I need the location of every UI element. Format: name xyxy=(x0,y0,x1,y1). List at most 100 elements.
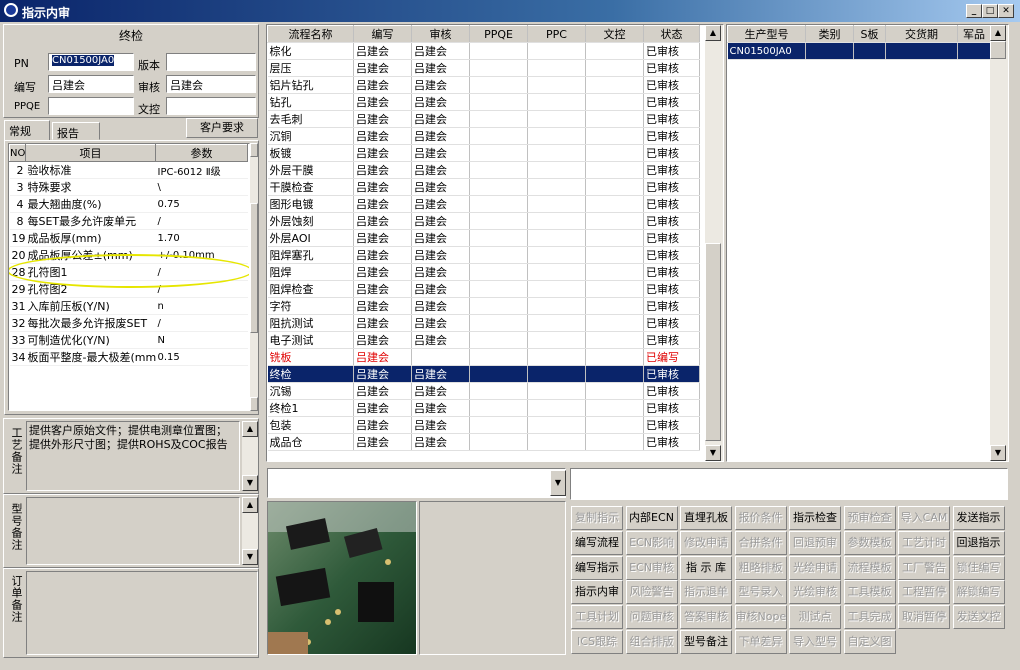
command-button[interactable]: 预审检查 xyxy=(843,506,896,530)
command-button[interactable]: 型号录入 xyxy=(734,580,787,605)
flow-row[interactable]: 外层蚀刻 吕建会 吕建会 已审核 xyxy=(267,212,700,230)
command-button[interactable]: 指 示 库 xyxy=(680,555,732,580)
command-button[interactable]: ECN影响 xyxy=(625,530,678,555)
flow-row[interactable]: 外层AOI 吕建会 吕建会 已审核 xyxy=(267,229,700,247)
model-notes-text[interactable] xyxy=(26,497,240,565)
models-scrollbar[interactable]: ▲ ▼ xyxy=(990,25,1008,461)
flow-row[interactable]: 沉铜 吕建会 吕建会 已审核 xyxy=(267,127,700,145)
param-row[interactable]: 33 可制造优化(Y/N) N xyxy=(9,331,248,349)
review-field[interactable]: 吕建会 xyxy=(166,75,256,93)
work-notes-scrollbar[interactable]: ▲ ▼ xyxy=(242,421,258,491)
command-button[interactable]: 修改申请 xyxy=(680,530,732,555)
command-button[interactable]: 指示内审 xyxy=(571,580,623,605)
command-button[interactable]: 导入CAM xyxy=(898,506,950,530)
flow-combo-arrow[interactable]: ▼ xyxy=(550,470,566,496)
param-row[interactable]: 34 板面平整度-最大极差(mm) 0.15 xyxy=(9,348,248,366)
command-button[interactable]: 审核Nope xyxy=(734,605,787,630)
command-button[interactable]: 下单差异 xyxy=(734,630,787,654)
command-button[interactable]: ICS跟踪 xyxy=(571,630,623,654)
flow-row[interactable]: 终检1 吕建会 吕建会 已审核 xyxy=(267,399,700,417)
maximize-button[interactable]: □ xyxy=(982,4,998,18)
pn-field[interactable]: CN01500JA0 xyxy=(48,53,134,71)
close-button[interactable]: ✕ xyxy=(998,4,1014,18)
command-button[interactable]: 导入型号 xyxy=(789,630,841,654)
params-scrollbar[interactable] xyxy=(250,143,258,411)
author-field[interactable]: 吕建会 xyxy=(48,75,134,93)
command-button[interactable]: 指示退单 xyxy=(680,580,732,605)
model-notes-scroll-up[interactable]: ▲ xyxy=(242,497,258,513)
command-button[interactable]: 回退指示 xyxy=(952,530,1005,555)
param-row[interactable]: 3 特殊要求 \ xyxy=(9,178,248,196)
command-button[interactable]: 解锁编写 xyxy=(952,580,1005,605)
flow-scroll-down[interactable]: ▼ xyxy=(705,445,721,461)
flow-scroll-up[interactable]: ▲ xyxy=(705,25,721,41)
command-button[interactable]: 参数模板 xyxy=(843,530,896,555)
minimize-button[interactable]: _ xyxy=(966,4,982,18)
command-button[interactable]: 锁住编写 xyxy=(952,555,1005,580)
command-button[interactable]: 取消暂停 xyxy=(898,605,950,630)
command-button[interactable]: 工具模板 xyxy=(843,580,896,605)
models-scroll-up[interactable]: ▲ xyxy=(990,25,1006,41)
command-button[interactable]: 答案审核 xyxy=(680,605,732,630)
command-button[interactable]: 组合排版 xyxy=(625,630,678,654)
flow-row[interactable]: 干膜检查 吕建会 吕建会 已审核 xyxy=(267,178,700,196)
flow-row[interactable]: 钻孔 吕建会 吕建会 已审核 xyxy=(267,93,700,111)
command-button[interactable]: 编写指示 xyxy=(571,555,623,580)
model-notes-scroll-down[interactable]: ▼ xyxy=(242,549,258,565)
command-button[interactable]: 发送指示 xyxy=(952,506,1005,530)
command-button[interactable]: 自定义图 xyxy=(843,630,896,654)
tab-general[interactable]: 常规 xyxy=(4,120,50,140)
flow-row[interactable]: 终检 吕建会 吕建会 已审核 xyxy=(267,365,700,383)
models-grid[interactable]: 生产型号 类别 S板 交货期 军品 CN01500JA0 ▲ ▼ xyxy=(726,24,1009,462)
command-button[interactable]: 复制指示 xyxy=(571,506,623,530)
flow-row[interactable]: 图形电镀 吕建会 吕建会 已审核 xyxy=(267,195,700,213)
command-button[interactable]: 粗略排板 xyxy=(734,555,787,580)
flow-scroll-thumb[interactable] xyxy=(705,243,721,441)
flow-row[interactable]: 阻焊 吕建会 吕建会 已审核 xyxy=(267,263,700,281)
flow-scrollbar[interactable]: ▲ ▼ xyxy=(705,25,723,461)
doc-field[interactable] xyxy=(166,97,256,115)
command-button[interactable]: 报价条件 xyxy=(734,506,787,530)
command-button[interactable]: 工艺计时 xyxy=(898,530,950,555)
work-notes-scroll-down[interactable]: ▼ xyxy=(242,475,258,491)
model-notes-scrollbar[interactable]: ▲ ▼ xyxy=(242,497,258,565)
command-button[interactable]: 发送文控 xyxy=(952,605,1005,630)
command-button[interactable]: 指示检查 xyxy=(789,506,841,530)
params-grid[interactable]: NO 项目 参数 2 验收标准 IPC-6012 Ⅱ级 3 特殊要求 \ 4 最大翘曲度(%)… xyxy=(8,143,250,411)
param-row[interactable]: 2 验收标准 IPC-6012 Ⅱ级 xyxy=(9,161,248,179)
model-row[interactable]: CN01500JA0 xyxy=(727,42,991,60)
command-input[interactable] xyxy=(570,468,1008,500)
flow-row[interactable]: 外层干膜 吕建会 吕建会 已审核 xyxy=(267,161,700,179)
command-button[interactable]: 内部ECN xyxy=(625,506,678,530)
command-button[interactable]: 光绘申请 xyxy=(789,555,841,580)
param-row[interactable]: 4 最大翘曲度(%) 0.75 xyxy=(9,195,248,213)
flow-row[interactable]: 层压 吕建会 吕建会 已审核 xyxy=(267,59,700,77)
models-scroll-down[interactable]: ▼ xyxy=(990,445,1006,461)
command-button[interactable]: 回退预审 xyxy=(789,530,841,555)
command-button[interactable]: 问题审核 xyxy=(625,605,678,630)
command-button[interactable]: 流程模板 xyxy=(843,555,896,580)
param-row[interactable]: 8 每SET最多允许废单元 / xyxy=(9,212,248,230)
command-button[interactable]: ECN审核 xyxy=(625,555,678,580)
params-scroll-thumb[interactable] xyxy=(250,203,258,333)
command-button[interactable]: 测试点 xyxy=(789,605,841,630)
command-button[interactable]: 编写流程 xyxy=(571,530,623,555)
flow-row[interactable]: 板镀 吕建会 吕建会 已审核 xyxy=(267,144,700,162)
work-notes-text[interactable]: 提供客户原始文件；提供电测章位置图；提供外形尺寸图；提供ROHS及COC报告 xyxy=(26,421,240,491)
flow-row[interactable]: 沉锡 吕建会 吕建会 已审核 xyxy=(267,382,700,400)
ppqe-field[interactable] xyxy=(48,97,134,115)
order-notes-text[interactable] xyxy=(26,571,258,655)
command-button[interactable]: 工具计划 xyxy=(571,605,623,630)
command-button[interactable]: 型号备注 xyxy=(680,630,732,654)
flow-row[interactable]: 棕化 吕建会 吕建会 已审核 xyxy=(267,42,700,60)
flow-row[interactable]: 去毛刺 吕建会 吕建会 已审核 xyxy=(267,110,700,128)
flow-row[interactable]: 阻焊塞孔 吕建会 吕建会 已审核 xyxy=(267,246,700,264)
flow-row[interactable]: 铣板 吕建会 已编写 xyxy=(267,348,700,366)
flow-row[interactable]: 包装 吕建会 吕建会 已审核 xyxy=(267,416,700,434)
flow-row[interactable]: 铝片钻孔 吕建会 吕建会 已审核 xyxy=(267,76,700,94)
command-button[interactable]: 风险警告 xyxy=(625,580,678,605)
customer-req-button[interactable]: 客户要求 xyxy=(186,118,258,138)
tab-report[interactable]: 报告 xyxy=(52,122,100,140)
command-button[interactable]: 工厂警告 xyxy=(898,555,950,580)
param-row[interactable]: 19 成品板厚(mm) 1.70 xyxy=(9,229,248,247)
